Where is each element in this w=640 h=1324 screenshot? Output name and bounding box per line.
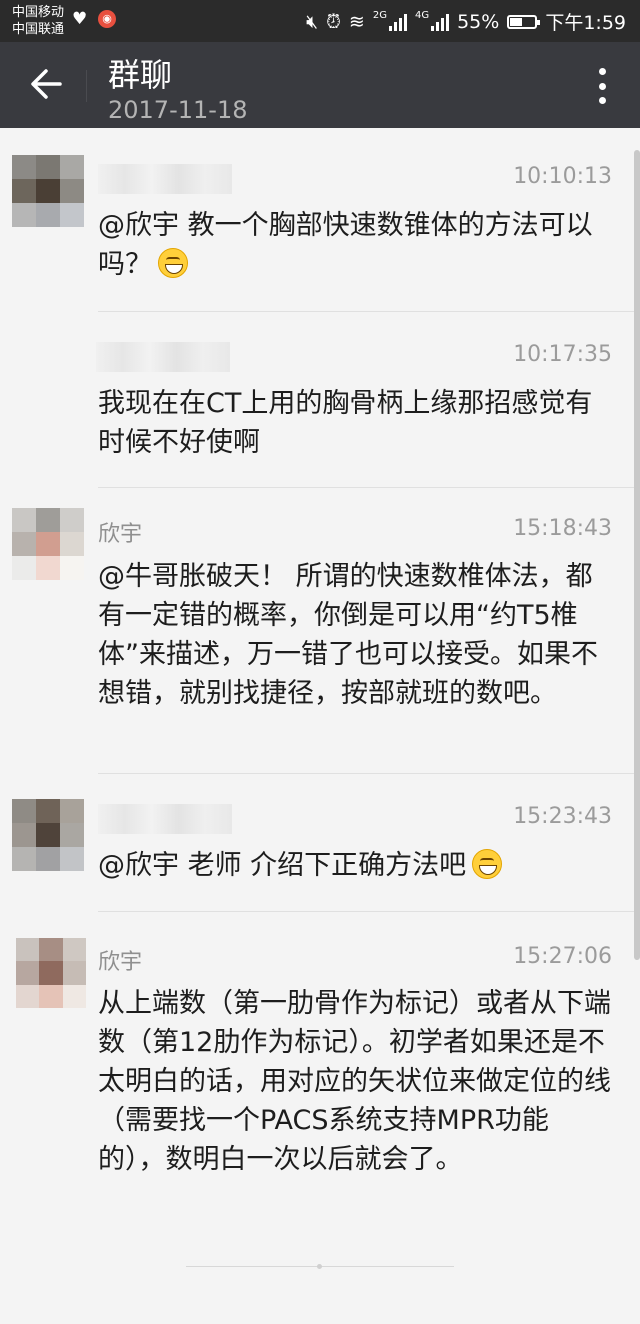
network-4g-label: 4G bbox=[414, 10, 430, 21]
grinning-emoji-icon bbox=[158, 248, 188, 278]
message-text: 从上端数（第一肋骨作为标记）或者从下端数（第12肋作为标记）。初学者如果还是不太… bbox=[98, 988, 611, 1175]
message-separator bbox=[98, 487, 640, 488]
message-time: 15:27:06 bbox=[513, 944, 612, 969]
message-text: @牛哥胀破天！ 所谓的快速数椎体法，都有一定错的概率，你倒是可以用“约T5椎体”… bbox=[98, 561, 598, 709]
message-text: 我现在在CT上用的胸骨柄上缘那招感觉有时候不好使啊 bbox=[98, 388, 593, 458]
avatar[interactable] bbox=[12, 508, 84, 580]
carrier-2: 中国联通 bbox=[12, 22, 65, 37]
network-2g-label: 2G bbox=[372, 10, 387, 21]
mute-icon: 🔇︎ bbox=[306, 10, 319, 33]
battery-fill bbox=[510, 17, 523, 26]
scrollbar[interactable] bbox=[634, 150, 640, 960]
avatar[interactable] bbox=[12, 799, 84, 871]
status-bar: 中国移动 中国联通 ♥ ◉ 🔇︎ ⏰︎ ≋ 2G 4G 55% 下午1:59 bbox=[0, 0, 640, 42]
battery-percent: 55% bbox=[457, 10, 500, 33]
chat-title: 群聊 bbox=[108, 56, 173, 94]
sender-name-blurred bbox=[96, 342, 230, 372]
sender-name: 欣宇 bbox=[98, 522, 143, 547]
message-text: @欣宇 教一个胸部快速数锥体的方法可以吗？ bbox=[98, 206, 618, 284]
avatar[interactable] bbox=[12, 155, 84, 227]
sender-name-blurred bbox=[98, 804, 232, 834]
carrier-labels: 中国移动 中国联通 bbox=[12, 4, 64, 38]
back-arrow-icon[interactable] bbox=[26, 64, 66, 104]
health-heart-icon: ♥ bbox=[72, 9, 88, 29]
message-separator bbox=[98, 911, 640, 912]
message-separator bbox=[98, 773, 640, 774]
title-divider bbox=[86, 70, 87, 102]
grinning-emoji-icon bbox=[472, 849, 503, 879]
weibo-icon: ◉ bbox=[98, 10, 116, 28]
message-time: 10:10:13 bbox=[513, 164, 612, 189]
message-separator bbox=[98, 311, 640, 312]
sender-name-blurred bbox=[98, 164, 232, 194]
message-text-content: @欣宇 老师 介绍下正确方法吧 bbox=[98, 850, 467, 881]
bottom-dot bbox=[317, 1264, 322, 1269]
battery-icon bbox=[507, 14, 541, 29]
signal-icon bbox=[388, 13, 407, 31]
avatar[interactable] bbox=[16, 938, 86, 1008]
signal-icon-2 bbox=[431, 13, 450, 31]
chat-title-bar: 群聊 2017-11-18 bbox=[0, 42, 640, 128]
more-options-icon[interactable] bbox=[598, 68, 606, 104]
alarm-icon: ⏰︎ bbox=[326, 10, 341, 33]
message-time: 15:18:43 bbox=[513, 516, 612, 541]
clock: 下午1:59 bbox=[545, 12, 626, 34]
message-time: 15:23:43 bbox=[513, 804, 612, 829]
chat-date: 2017-11-18 bbox=[108, 96, 248, 124]
message-time: 10:17:35 bbox=[513, 342, 612, 367]
wifi-icon: ≋ bbox=[348, 10, 365, 33]
message-text: @欣宇 老师 介绍下正确方法吧 bbox=[98, 846, 618, 885]
carrier-1: 中国移动 bbox=[12, 5, 65, 20]
sender-name: 欣宇 bbox=[98, 950, 143, 975]
